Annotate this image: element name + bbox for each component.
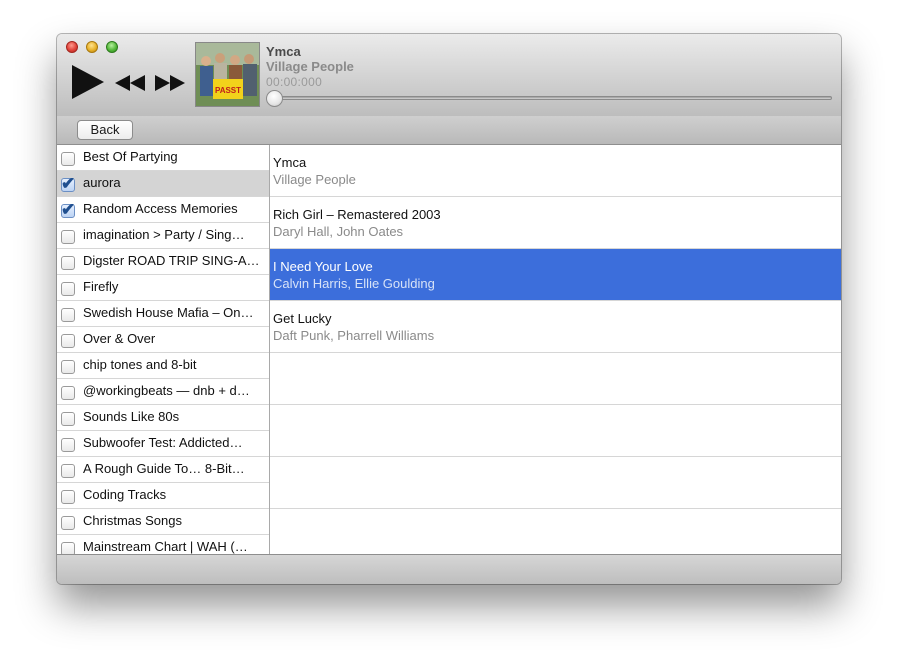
playlist-row[interactable]: ✔ Subwoofer Test: Addicted… xyxy=(57,431,269,457)
song-title: I Need Your Love xyxy=(273,259,373,274)
playlist-row[interactable]: ✔ Swedish House Mafia – On… xyxy=(57,301,269,327)
now-playing-title: Ymca xyxy=(266,44,301,59)
playlist-row[interactable]: ✔ @workingbeats — dnb + d… xyxy=(57,379,269,405)
playlist-checkbox[interactable]: ✔ xyxy=(61,542,75,554)
playlist-label: Subwoofer Test: Addicted… xyxy=(83,435,243,450)
elapsed-time: 00:00:000 xyxy=(266,75,323,89)
play-button[interactable] xyxy=(70,64,108,100)
playlist-checkbox[interactable]: ✔ xyxy=(61,490,75,504)
song-artist: Calvin Harris, Ellie Goulding xyxy=(273,276,435,291)
previous-button[interactable] xyxy=(114,72,146,94)
playlist-checkbox[interactable]: ✔ xyxy=(61,516,75,530)
now-playing-artist: Village People xyxy=(266,59,354,74)
playlist-row[interactable]: ✔ Mainstream Chart | WAH (… xyxy=(57,535,269,554)
album-art: PASST xyxy=(195,42,260,107)
playlist-label: Over & Over xyxy=(83,331,156,346)
close-window-button[interactable] xyxy=(66,41,78,53)
play-icon xyxy=(72,65,104,99)
zoom-window-button[interactable] xyxy=(106,41,118,53)
empty-row xyxy=(270,457,841,509)
playlist-checkbox[interactable]: ✔ xyxy=(61,282,75,296)
empty-row xyxy=(270,509,841,554)
previous-icon xyxy=(115,75,145,91)
playlist-row[interactable]: ✔ Random Access Memories xyxy=(57,197,269,223)
playlist-label: Christmas Songs xyxy=(83,513,182,528)
next-button[interactable] xyxy=(154,72,186,94)
playlist-label: Sounds Like 80s xyxy=(83,409,180,424)
playlist-row[interactable]: ✔ Firefly xyxy=(57,275,269,301)
playlist-label: chip tones and 8-bit xyxy=(83,357,197,372)
seek-track[interactable] xyxy=(270,96,832,100)
navigation-bar: Back xyxy=(57,116,841,145)
playlist-row[interactable]: ✔ A Rough Guide To… 8-Bit… xyxy=(57,457,269,483)
back-button[interactable]: Back xyxy=(77,120,133,140)
player-titlebar: PASST Ymca Village People 00:00:000 xyxy=(57,34,841,117)
minimize-window-button[interactable] xyxy=(86,41,98,53)
playlist-label: Coding Tracks xyxy=(83,487,167,502)
song-title: Rich Girl – Remastered 2003 xyxy=(273,207,441,222)
playlist-label: Swedish House Mafia – On… xyxy=(83,305,254,320)
song-row[interactable]: Ymca Village People xyxy=(270,145,841,197)
playlist-row[interactable]: ✔ Digster ROAD TRIP SING-A… xyxy=(57,249,269,275)
playlist-checkbox[interactable]: ✔ xyxy=(61,256,75,270)
playlist-checkbox[interactable]: ✔ xyxy=(61,386,75,400)
playlist-label: imagination > Party / Sing… xyxy=(83,227,245,242)
playlist-checkbox[interactable]: ✔ xyxy=(61,174,75,193)
playlist-checkbox[interactable]: ✔ xyxy=(61,152,75,166)
playlist-checkbox[interactable]: ✔ xyxy=(61,412,75,426)
checkmark-icon: ✔ xyxy=(61,200,76,219)
playlist-label: Best Of Partying xyxy=(83,149,178,164)
app-window: PASST Ymca Village People 00:00:000 Back… xyxy=(57,34,841,584)
playlist-row[interactable]: ✔ aurora xyxy=(57,171,269,197)
song-list[interactable]: Ymca Village People Rich Girl – Remastered… xyxy=(270,145,841,554)
playlist-checkbox[interactable]: ✔ xyxy=(61,230,75,244)
playlist-row[interactable]: ✔ chip tones and 8-bit xyxy=(57,353,269,379)
song-row[interactable]: Rich Girl – Remastered 2003 Daryl Hall, J… xyxy=(270,197,841,249)
empty-row xyxy=(270,353,841,405)
playlist-row[interactable]: ✔ Coding Tracks xyxy=(57,483,269,509)
playlist-label: @workingbeats — dnb + d… xyxy=(83,383,250,398)
checkmark-icon: ✔ xyxy=(61,174,76,193)
song-artist: Daft Punk, Pharrell Williams xyxy=(273,328,435,343)
playlist-row[interactable]: ✔ Over & Over xyxy=(57,327,269,353)
playlist-row[interactable]: ✔ Best Of Partying xyxy=(57,145,269,171)
empty-row xyxy=(270,405,841,457)
album-art-text: PASST xyxy=(215,86,241,95)
bottom-bar xyxy=(57,554,841,584)
playlist-row[interactable]: ✔ imagination > Party / Sing… xyxy=(57,223,269,249)
playlist-label: A Rough Guide To… 8-Bit… xyxy=(83,461,245,476)
playlist-label: Random Access Memories xyxy=(83,201,238,216)
song-row[interactable]: I Need Your Love Calvin Harris, Ellie Gou… xyxy=(270,249,841,301)
song-artist: Village People xyxy=(273,172,356,187)
next-icon xyxy=(155,75,185,91)
song-title: Ymca xyxy=(273,155,307,170)
playlist-label: Mainstream Chart | WAH (… xyxy=(83,539,248,554)
playlist-checkbox[interactable]: ✔ xyxy=(61,438,75,452)
playlist-label: Firefly xyxy=(83,279,119,294)
playlist-checkbox[interactable]: ✔ xyxy=(61,308,75,322)
playlist-row[interactable]: ✔ Sounds Like 80s xyxy=(57,405,269,431)
song-artist: Daryl Hall, John Oates xyxy=(273,224,404,239)
playlist-sidebar[interactable]: ✔ Best Of Partying ✔ aurora ✔ Random Access M… xyxy=(57,145,270,554)
song-title: Get Lucky xyxy=(273,311,332,326)
playlist-checkbox[interactable]: ✔ xyxy=(61,360,75,374)
playlist-row[interactable]: ✔ Christmas Songs xyxy=(57,509,269,535)
seek-slider-knob[interactable] xyxy=(266,90,283,107)
playlist-checkbox[interactable]: ✔ xyxy=(61,334,75,348)
playlist-label: Digster ROAD TRIP SING-A… xyxy=(83,253,260,268)
song-row[interactable]: Get Lucky Daft Punk, Pharrell Williams xyxy=(270,301,841,353)
playlist-checkbox[interactable]: ✔ xyxy=(61,464,75,478)
playlist-checkbox[interactable]: ✔ xyxy=(61,200,75,219)
playlist-label: aurora xyxy=(83,175,121,190)
